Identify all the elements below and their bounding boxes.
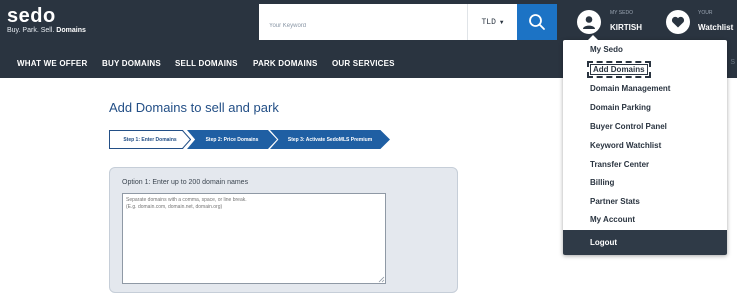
user-icon[interactable] xyxy=(577,10,601,34)
user-name[interactable]: KIRTISH xyxy=(610,23,642,32)
sedo-logo[interactable]: sedo Buy. Park. Sell. Domains xyxy=(7,6,86,34)
nav-what-we-offer[interactable]: WHAT WE OFFER xyxy=(17,59,87,68)
resize-grip-icon[interactable] xyxy=(378,276,385,283)
logo-tagline-bold: Domains xyxy=(56,27,86,34)
nav-park-domains[interactable]: PARK DOMAINS xyxy=(253,59,317,68)
nav-our-services[interactable]: OUR SERVICES xyxy=(332,59,395,68)
heart-icon[interactable] xyxy=(666,10,690,34)
menu-keyword-watchlist[interactable]: Keyword Watchlist xyxy=(590,141,661,150)
logout-label: Logout xyxy=(590,238,618,247)
step-3: Step 3: Activate SedoMLS Premium xyxy=(270,130,390,149)
menu-domain-parking[interactable]: Domain Parking xyxy=(590,103,651,112)
menu-billing[interactable]: Billing xyxy=(590,178,614,187)
user-dropdown-menu: My Sedo Add Domains Domain Management Do… xyxy=(563,35,727,255)
option-1-panel: Option 1: Enter up to 200 domain names xyxy=(109,167,458,293)
watchlist-link[interactable]: Watchlist xyxy=(698,23,733,32)
logo-tagline-text: Buy. Park. Sell. xyxy=(7,27,55,34)
logo-tagline: Buy. Park. Sell. Domains xyxy=(7,27,86,34)
tld-label: TLD xyxy=(481,17,496,27)
search-icon xyxy=(529,14,545,30)
menu-partner-stats[interactable]: Partner Stats xyxy=(590,197,640,206)
search-box: TLD ▼ xyxy=(259,4,518,40)
menu-add-domains[interactable]: Add Domains xyxy=(587,61,651,78)
search-button[interactable] xyxy=(517,4,557,40)
dropdown-caret xyxy=(588,35,598,40)
nav-buy-domains[interactable]: BUY DOMAINS xyxy=(102,59,161,68)
logo-wordmark: sedo xyxy=(7,5,56,27)
watchlist-caption: YOUR xyxy=(698,10,713,16)
step-2: Step 2: Price Domains xyxy=(187,130,277,149)
heart-shape-icon xyxy=(671,16,685,28)
nav-right-partial: S xyxy=(730,59,735,66)
menu-transfer-center[interactable]: Transfer Center xyxy=(590,160,649,169)
domain-names-input[interactable] xyxy=(122,193,386,284)
step-2-label: Step 2: Price Domains xyxy=(205,136,259,143)
step-1-outline xyxy=(109,130,191,149)
nav-sell-domains[interactable]: SELL DOMAINS xyxy=(175,59,238,68)
menu-my-sedo[interactable]: My Sedo xyxy=(590,45,623,54)
option-1-label: Option 1: Enter up to 200 domain names xyxy=(122,179,249,186)
my-sedo-caption: MY SEDO xyxy=(610,10,633,16)
menu-my-account[interactable]: My Account xyxy=(590,215,635,224)
tld-select[interactable]: TLD ▼ xyxy=(467,4,517,40)
page-title: Add Domains to sell and park xyxy=(109,100,279,115)
menu-domain-management[interactable]: Domain Management xyxy=(590,84,670,93)
logout-button[interactable]: Logout xyxy=(563,230,727,255)
user-silhouette-icon xyxy=(583,16,595,29)
chevron-down-icon: ▼ xyxy=(499,18,504,26)
menu-buyer-control-panel[interactable]: Buyer Control Panel xyxy=(590,122,667,131)
step-3-label: Step 3: Activate SedoMLS Premium xyxy=(287,136,373,143)
search-input[interactable] xyxy=(259,4,464,40)
